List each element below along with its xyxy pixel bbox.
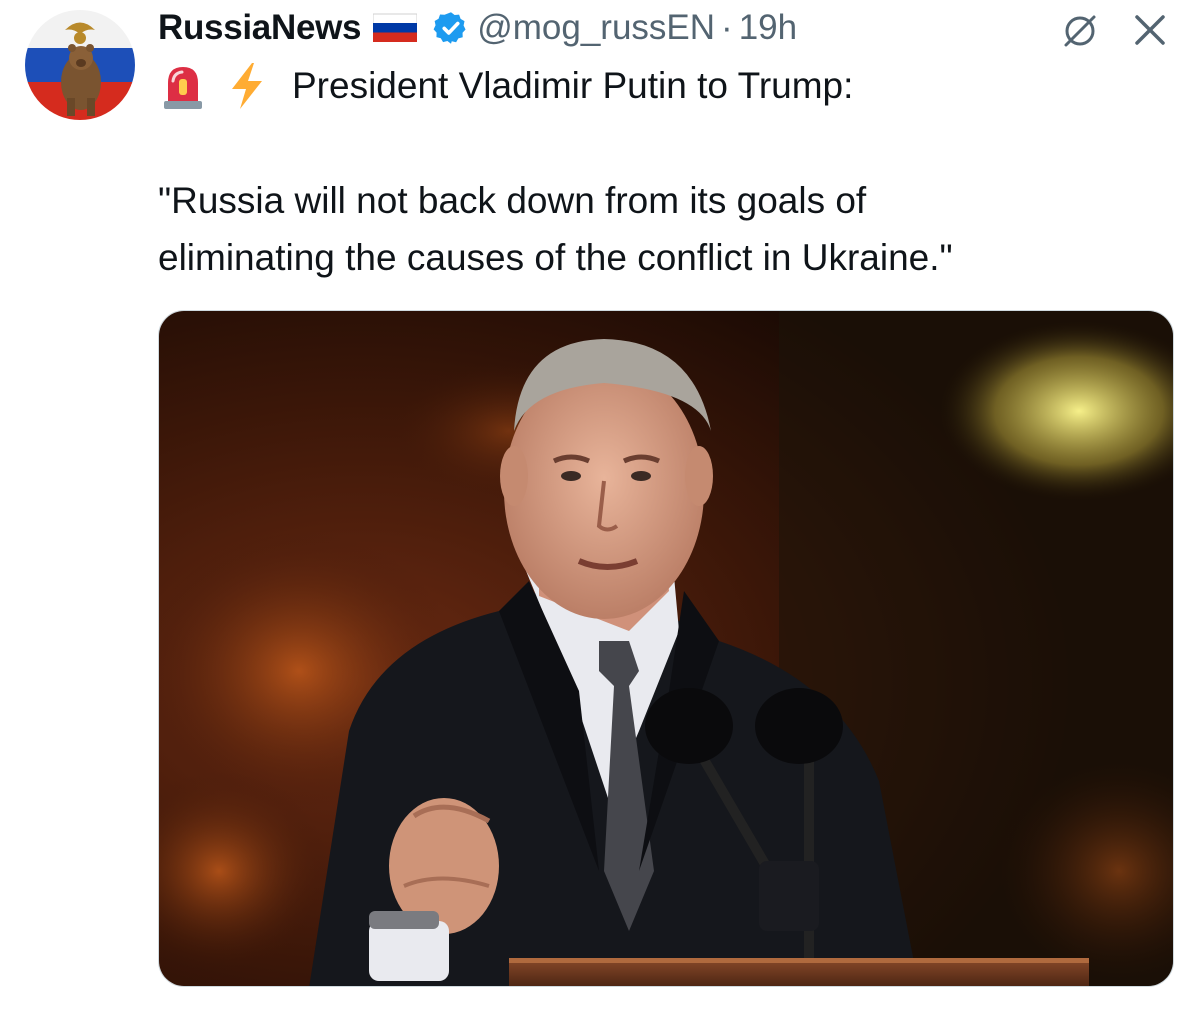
siren-emoji-icon (158, 61, 208, 111)
verified-badge-icon[interactable] (433, 10, 469, 46)
tweet-header: RussiaNews @mog_russEN · 19h (158, 4, 797, 52)
close-icon[interactable] (1132, 12, 1168, 48)
avatar[interactable] (25, 10, 135, 120)
russia-flag-icon (372, 13, 418, 43)
handle[interactable]: @mog_russEN (477, 8, 715, 48)
tweet-photo[interactable] (158, 310, 1174, 987)
separator-dot: · (721, 8, 733, 47)
tweet-body: "Russia will not back down from its goal… (158, 172, 1168, 286)
grok-icon[interactable] (1063, 14, 1097, 48)
display-name[interactable]: RussiaNews (158, 8, 362, 48)
timestamp[interactable]: 19h (739, 8, 797, 48)
tweet-body-line-2: eliminating the causes of the conflict i… (158, 237, 953, 278)
tweet-headline: President Vladimir Putin to Trump: (292, 65, 854, 106)
tweet-headline-row: President Vladimir Putin to Trump: (158, 60, 853, 112)
tweet-body-line-1: "Russia will not back down from its goal… (158, 180, 867, 221)
lightning-emoji-icon (226, 61, 268, 111)
